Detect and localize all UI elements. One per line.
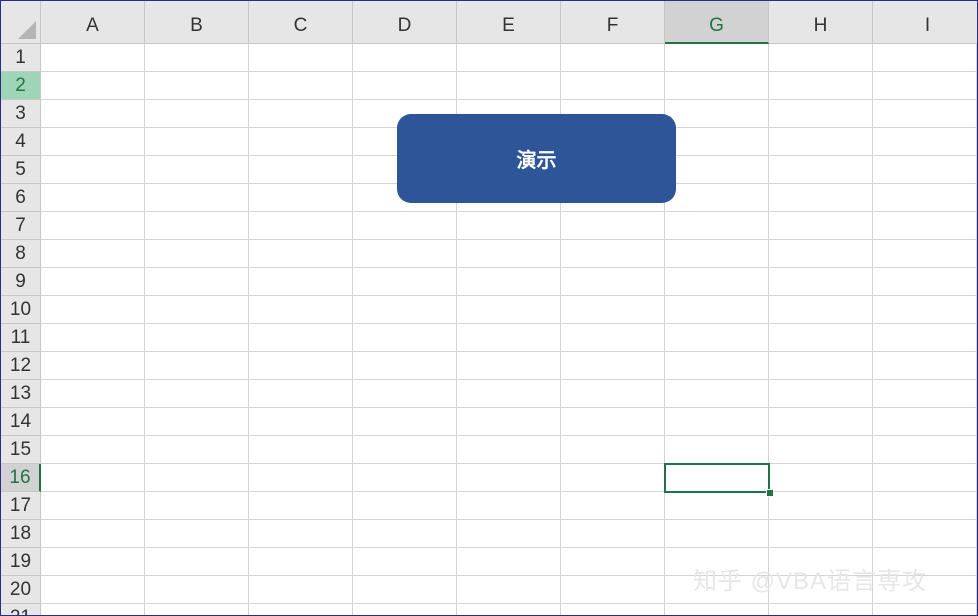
row-header-1[interactable]: 1 — [1, 44, 41, 72]
row-header-21[interactable]: 21 — [1, 604, 41, 615]
column-header-c[interactable]: C — [249, 1, 353, 44]
row-header-18[interactable]: 18 — [1, 520, 41, 548]
column-header-f[interactable]: F — [561, 1, 665, 44]
row-header-7[interactable]: 7 — [1, 212, 41, 240]
row-header-5[interactable]: 5 — [1, 156, 41, 184]
row-header-11[interactable]: 11 — [1, 324, 41, 352]
fill-handle[interactable] — [766, 489, 774, 497]
row-header-2[interactable]: 2 — [1, 72, 41, 100]
row-header-3[interactable]: 3 — [1, 100, 41, 128]
row-header-10[interactable]: 10 — [1, 296, 41, 324]
watermark-text: 知乎 @VBA语言専攻 — [693, 568, 928, 595]
row-header-14[interactable]: 14 — [1, 408, 41, 436]
column-header-i[interactable]: I — [873, 1, 977, 44]
active-cell-g16[interactable] — [664, 463, 770, 493]
select-all-triangle-icon — [18, 21, 36, 39]
select-all-corner[interactable] — [1, 1, 41, 44]
column-header-b[interactable]: B — [145, 1, 249, 44]
column-header-d[interactable]: D — [353, 1, 457, 44]
column-header-g[interactable]: G — [665, 1, 769, 44]
row-header-8[interactable]: 8 — [1, 240, 41, 268]
spreadsheet-frame: ABCDEFGHI 1 2 3 4 5 6 7 8 9 10 11 12 13 14 15 16 17 18 19 2… — [0, 0, 978, 616]
demo-shape-label: 演示 — [516, 150, 557, 172]
row-header-12[interactable]: 12 — [1, 352, 41, 380]
row-header-20[interactable]: 20 — [1, 576, 41, 604]
row-header-6[interactable]: 6 — [1, 184, 41, 212]
row-header-4[interactable]: 4 — [1, 128, 41, 156]
column-header-h[interactable]: H — [769, 1, 873, 44]
row-header-16[interactable]: 16 — [1, 464, 41, 492]
row-header-17[interactable]: 17 — [1, 492, 41, 520]
column-header-e[interactable]: E — [457, 1, 561, 44]
row-header-9[interactable]: 9 — [1, 268, 41, 296]
row-header-13[interactable]: 13 — [1, 380, 41, 408]
row-header-15[interactable]: 15 — [1, 436, 41, 464]
row-header-19[interactable]: 19 — [1, 548, 41, 576]
column-header-a[interactable]: A — [41, 1, 145, 44]
demo-shape-button[interactable]: 演示 — [397, 114, 676, 203]
